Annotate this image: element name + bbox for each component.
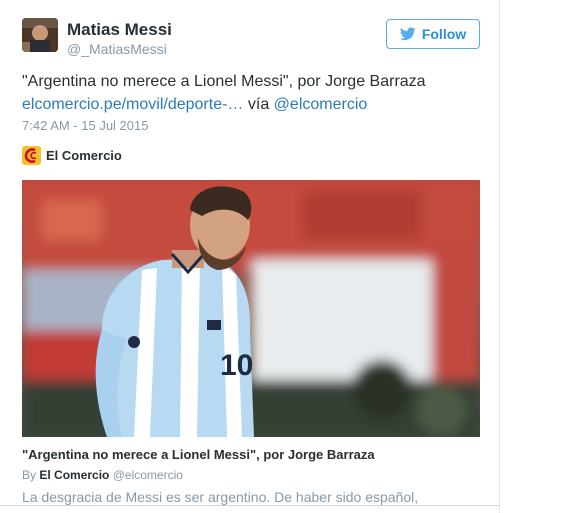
card-byline: By El Comercio @elcomercio	[22, 468, 183, 482]
follow-button[interactable]: Follow	[386, 19, 480, 49]
byline-prefix: By	[22, 468, 37, 482]
card-source[interactable]: El Comercio	[22, 146, 122, 165]
card-description: La desgracia de Messi es ser argentino. …	[22, 489, 419, 505]
card-title[interactable]: "Argentina no merece a Lionel Messi", po…	[22, 447, 375, 462]
tweet-timestamp[interactable]: 7:42 AM - 15 Jul 2015	[22, 118, 148, 133]
byline-author[interactable]: El Comercio	[39, 468, 109, 482]
user-handle[interactable]: @_MatiasMessi	[67, 41, 167, 57]
panel-divider	[499, 0, 500, 513]
svg-text:10: 10	[220, 349, 253, 382]
tweet-link[interactable]: elcomercio.pe/movil/deporte-…	[22, 96, 243, 113]
article-photo: 10	[22, 180, 480, 437]
user-avatar[interactable]	[22, 18, 58, 52]
avatar-image	[22, 18, 58, 52]
card-image[interactable]: 10	[22, 180, 480, 437]
via-word: vía	[247, 96, 270, 113]
source-name: El Comercio	[46, 148, 122, 163]
tweet-text: "Argentina no merece a Lionel Messi", po…	[22, 70, 492, 116]
follow-button-label: Follow	[421, 26, 467, 42]
tweet-mention[interactable]: @elcomercio	[274, 96, 368, 113]
twitter-bird-icon	[399, 27, 416, 41]
byline-handle[interactable]: @elcomercio	[113, 468, 183, 482]
tweet-body: "Argentina no merece a Lionel Messi", po…	[22, 73, 426, 90]
bottom-divider	[0, 505, 500, 506]
el-comercio-logo	[22, 146, 41, 165]
user-name[interactable]: Matias Messi	[67, 20, 172, 40]
tweet-card: Matias Messi @_MatiasMessi Follow "Argen…	[0, 0, 500, 513]
el-comercio-logo-glyph	[24, 148, 37, 163]
